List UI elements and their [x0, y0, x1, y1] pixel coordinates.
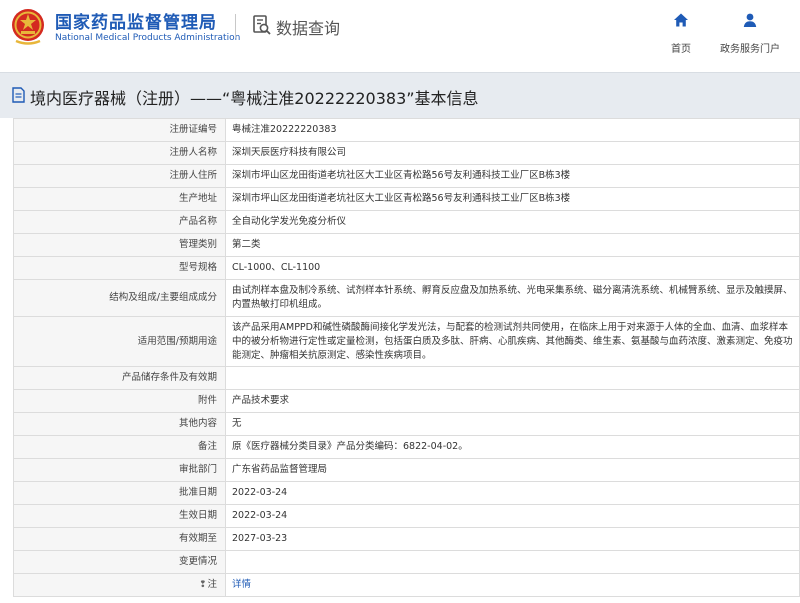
table-row: 审批部门 广东省药品监督管理局 [13, 458, 800, 482]
note-label-text: 注 [207, 579, 217, 590]
home-icon [674, 13, 688, 27]
table-row: 备注 原《医疗器械分类目录》产品分类编码：6822-04-02。 [13, 435, 800, 459]
table-row: 产品储存条件及有效期 [13, 366, 800, 390]
field-value: 全自动化学发光免疫分析仪 [225, 210, 800, 234]
user-icon [743, 13, 757, 27]
field-value: 第二类 [225, 233, 800, 257]
field-value: CL-1000、CL-1100 [225, 256, 800, 280]
field-label: 生产地址 [13, 187, 226, 211]
data-query-title: 数据查询 [276, 19, 341, 38]
field-value [225, 550, 800, 574]
header-divider [235, 14, 236, 38]
field-value: 粤械注准20222220383 [225, 118, 800, 142]
field-value: 2027-03-23 [225, 527, 800, 551]
table-row: 管理类别 第二类 [13, 233, 800, 257]
registration-detail-table: 注册证编号 粤械注准20222220383 注册人名称 深圳天辰医疗科技有限公司… [13, 118, 800, 597]
table-row: 附件 产品技术要求 [13, 389, 800, 413]
field-label: 批准日期 [13, 481, 226, 505]
field-value: 深圳市坪山区龙田街道老坑社区大工业区青松路56号友利通科技工业厂区B栋3楼 [225, 187, 800, 211]
field-label: 其他内容 [13, 412, 226, 436]
field-value: 深圳天辰医疗科技有限公司 [225, 141, 800, 165]
nav-home[interactable]: 首页 [664, 12, 698, 55]
note-value: 详情 [225, 573, 800, 597]
field-label: 生效日期 [13, 504, 226, 528]
title-band: 境内医疗器械（注册）——“粤械注准20222220383”基本信息 [0, 72, 800, 118]
field-value: 深圳市坪山区龙田街道老坑社区大工业区青松路56号友利通科技工业厂区B栋3楼 [225, 164, 800, 188]
field-label: 型号规格 [13, 256, 226, 280]
nav-service-portal[interactable]: 政务服务门户 [716, 12, 784, 55]
table-row: 生效日期 2022-03-24 [13, 504, 800, 528]
table-row: 型号规格 CL-1000、CL-1100 [13, 256, 800, 280]
nav-portal-label: 政务服务门户 [720, 44, 780, 55]
table-row: 注册证编号 粤械注准20222220383 [13, 118, 800, 142]
field-label: 注册证编号 [13, 118, 226, 142]
field-value: 该产品采用AMPPD和碱性磷酸酶间接化学发光法，与配套的检测试剂共同使用，在临床… [225, 316, 800, 367]
field-value: 广东省药品监督管理局 [225, 458, 800, 482]
field-value: 无 [225, 412, 800, 436]
field-value: 产品技术要求 [225, 389, 800, 413]
field-label: 备注 [13, 435, 226, 459]
field-label: 产品名称 [13, 210, 226, 234]
page-title: 境内医疗器械（注册）——“粤械注准20222220383”基本信息 [30, 89, 479, 108]
site-header: 国家药品监督管理局 National Medical Products Admi… [0, 0, 800, 63]
table-row: 适用范围/预期用途 该产品采用AMPPD和碱性磷酸酶间接化学发光法，与配套的检测… [13, 316, 800, 367]
table-row: 注册人名称 深圳天辰医疗科技有限公司 [13, 141, 800, 165]
field-label: 注册人名称 [13, 141, 226, 165]
note-label: ❢注 [13, 573, 226, 597]
table-row: ❢注 详情 [13, 573, 800, 597]
field-label: 附件 [13, 389, 226, 413]
table-row: 生产地址 深圳市坪山区龙田街道老坑社区大工业区青松路56号友利通科技工业厂区B栋… [13, 187, 800, 211]
table-row: 批准日期 2022-03-24 [13, 481, 800, 505]
data-query-icon [253, 15, 271, 35]
nav-home-label: 首页 [671, 44, 691, 55]
table-row: 有效期至 2027-03-23 [13, 527, 800, 551]
field-value: 原《医疗器械分类目录》产品分类编码：6822-04-02。 [225, 435, 800, 459]
field-value: 由试剂样本盘及制冷系统、试剂样本针系统、孵育反应盘及加热系统、光电采集系统、磁分… [225, 279, 800, 317]
org-name-cn: 国家药品监督管理局 [55, 13, 217, 33]
table-row: 结构及组成/主要组成成分 由试剂样本盘及制冷系统、试剂样本针系统、孵育反应盘及加… [13, 279, 800, 317]
field-label: 变更情况 [13, 550, 226, 574]
field-value [225, 366, 800, 390]
field-label: 管理类别 [13, 233, 226, 257]
field-label: 结构及组成/主要组成成分 [13, 279, 226, 317]
field-label: 审批部门 [13, 458, 226, 482]
table-row: 变更情况 [13, 550, 800, 574]
note-icon: ❢ [198, 580, 207, 590]
table-row: 注册人住所 深圳市坪山区龙田街道老坑社区大工业区青松路56号友利通科技工业厂区B… [13, 164, 800, 188]
org-name-en: National Medical Products Administration [55, 33, 241, 43]
field-label: 注册人住所 [13, 164, 226, 188]
table-row: 产品名称 全自动化学发光免疫分析仪 [13, 210, 800, 234]
field-label: 有效期至 [13, 527, 226, 551]
field-value: 2022-03-24 [225, 481, 800, 505]
national-emblem-icon [12, 9, 44, 45]
field-label: 适用范围/预期用途 [13, 316, 226, 367]
document-icon [12, 87, 25, 103]
details-link[interactable]: 详情 [232, 579, 251, 590]
field-value: 2022-03-24 [225, 504, 800, 528]
field-label: 产品储存条件及有效期 [13, 366, 226, 390]
table-row: 其他内容 无 [13, 412, 800, 436]
